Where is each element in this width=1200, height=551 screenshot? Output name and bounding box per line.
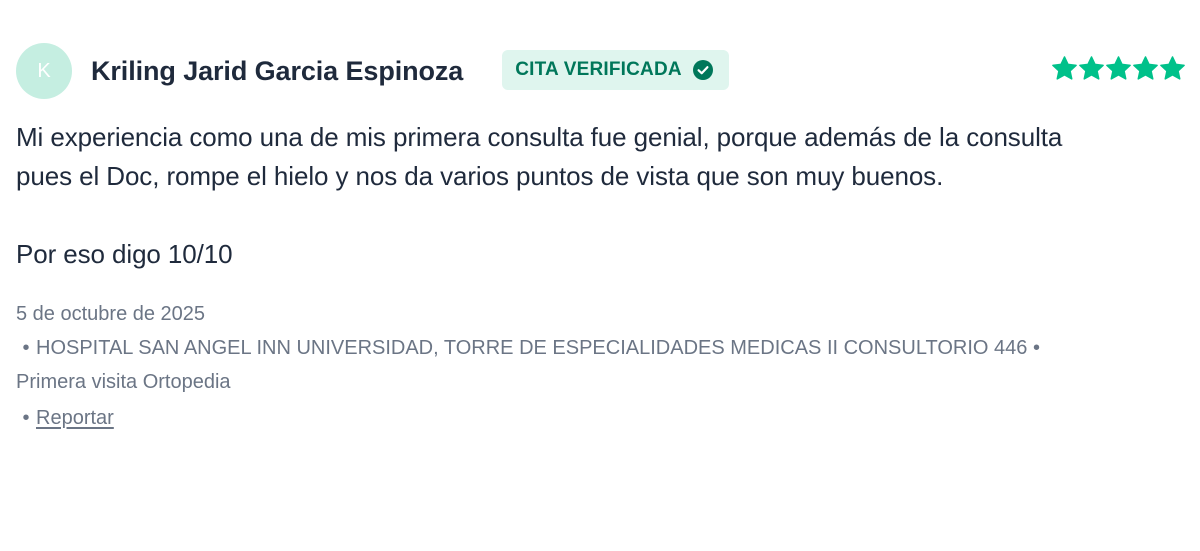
star-icon [1160, 55, 1185, 80]
bullet-separator: • [22, 337, 30, 359]
review-date: 5 de octubre de 2025 [16, 303, 206, 325]
review-body-line: pues el Doc, rompe el hielo y nos da var… [16, 161, 944, 191]
author-name: Kriling Jarid Garcia Espinoza [91, 55, 464, 86]
report-row: • Reportar [16, 407, 1186, 430]
bullet-separator: • [1032, 337, 1040, 359]
star-icon [1052, 55, 1077, 80]
verified-badge-label: CITA VERIFICADA [515, 59, 682, 80]
avatar: K [16, 43, 72, 99]
report-link[interactable]: Reportar [36, 407, 114, 429]
star-rating [1051, 55, 1186, 82]
review-card: K Kriling Jarid Garcia Espinoza CITA VER… [16, 42, 1186, 430]
review-header: K Kriling Jarid Garcia Espinoza CITA VER… [16, 42, 1186, 100]
star-icon [1079, 55, 1104, 80]
review-location-line: • HOSPITAL SAN ANGEL INN UNIVERSIDAD, TOR… [16, 331, 1186, 365]
review-meta: 5 de octubre de 2025 • HOSPITAL SAN ANGEL… [16, 297, 1186, 399]
check-circle-icon [692, 59, 714, 81]
review-body-line: Por eso digo 10/10 [16, 239, 233, 269]
verified-badge: CITA VERIFICADA [502, 50, 729, 90]
bullet-separator: • [22, 407, 30, 429]
avatar-initial: K [37, 59, 51, 82]
review-location: HOSPITAL SAN ANGEL INN UNIVERSIDAD, TORR… [36, 337, 1028, 359]
star-icon [1133, 55, 1158, 80]
review-body: Mi experiencia como una de mis primera c… [16, 118, 1186, 274]
review-visit-type: Primera visita Ortopedia [16, 371, 231, 393]
review-body-line: Mi experiencia como una de mis primera c… [16, 122, 1063, 152]
star-icon [1106, 55, 1131, 80]
